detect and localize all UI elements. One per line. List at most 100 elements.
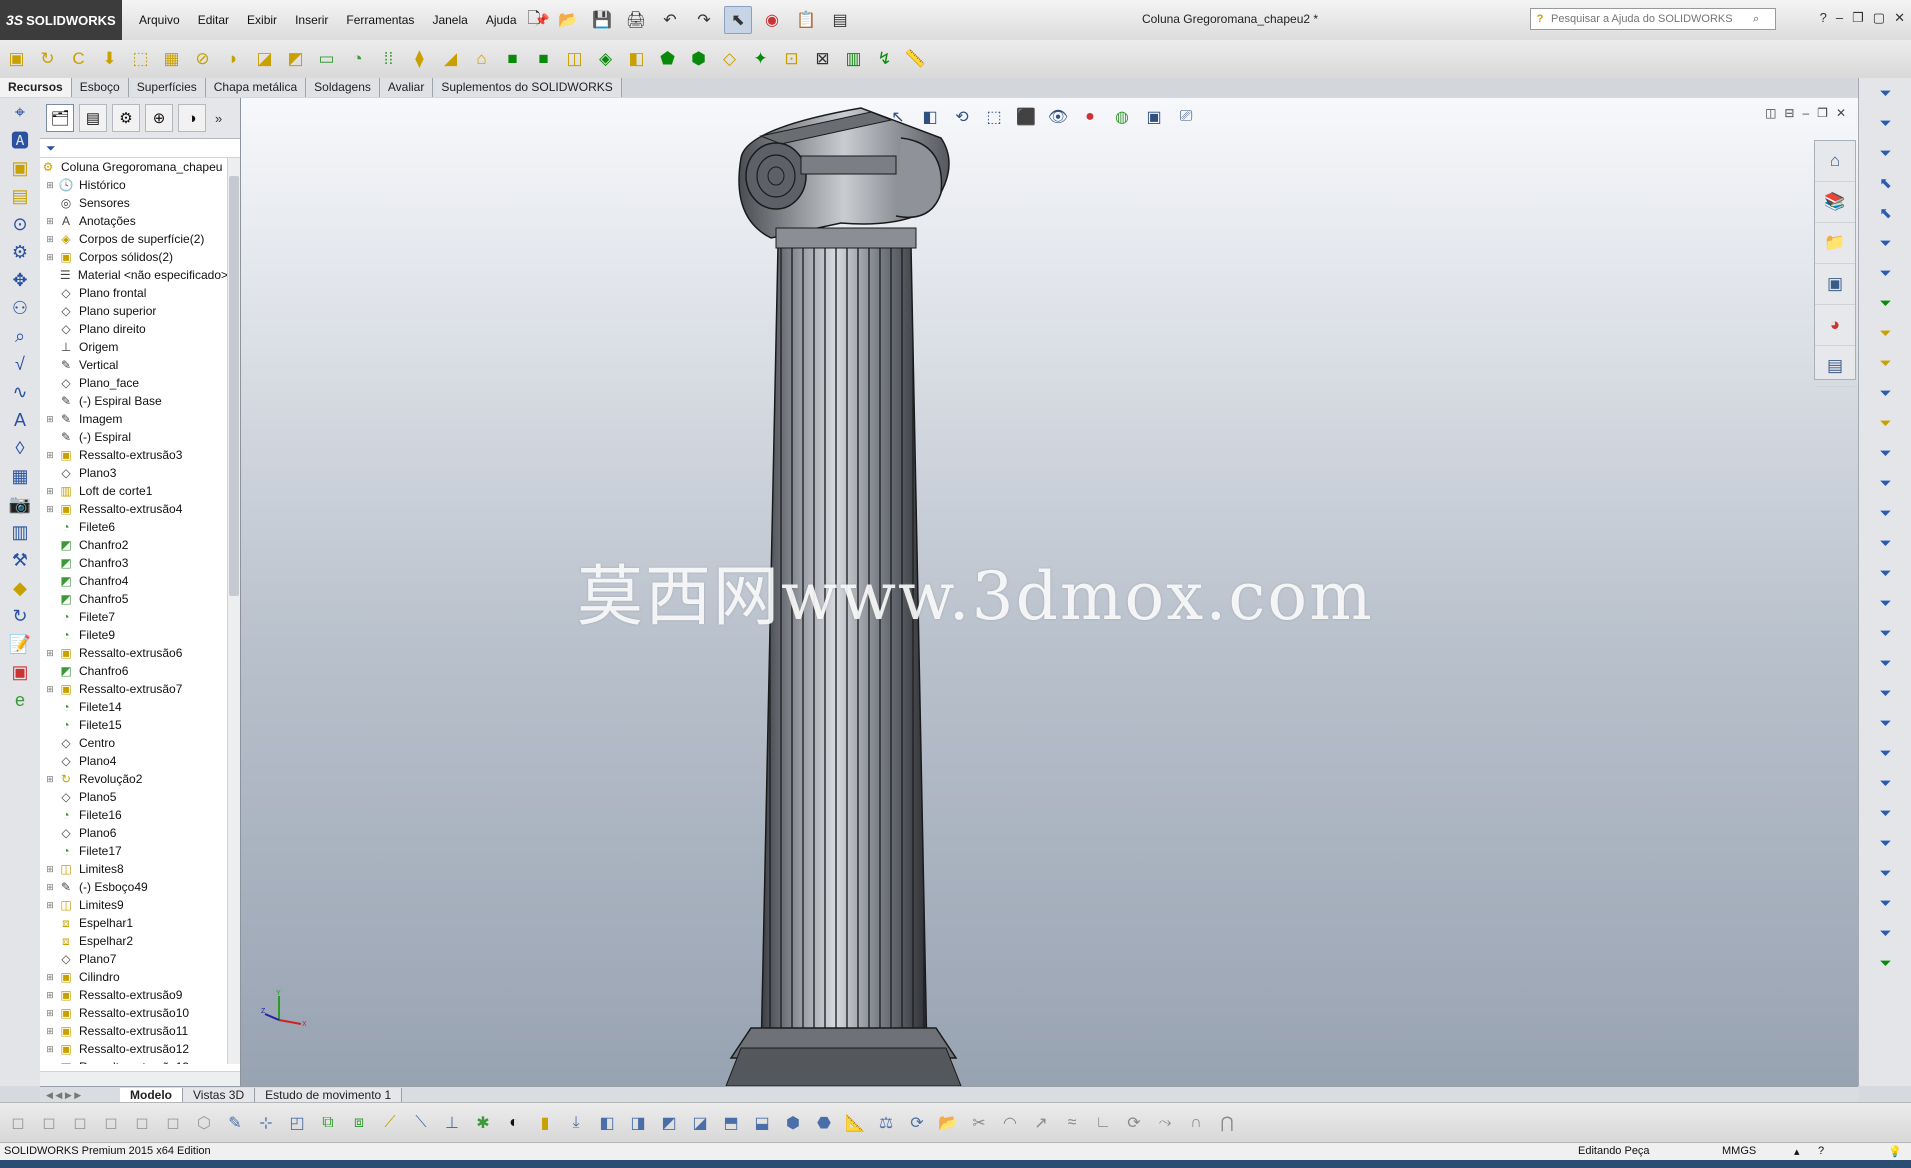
tree-item[interactable]: ✎ (-) Espiral — [40, 428, 228, 446]
expand-toggle-icon[interactable]: ⊞ — [44, 500, 56, 518]
hole-shortcut-icon[interactable]: ⊙ — [2, 210, 38, 238]
tree-item[interactable]: ◇ Plano superior — [40, 302, 228, 320]
text-icon[interactable]: A — [2, 406, 38, 434]
view-right-icon[interactable]: ◪ — [686, 1109, 714, 1137]
menu-editar[interactable]: Editar — [189, 13, 238, 27]
sketch-convert-icon[interactable]: ⟳ — [1120, 1109, 1148, 1137]
tab-superficies[interactable]: Superfícies — [128, 78, 206, 97]
help-search-box[interactable]: ? ⌕ — [1530, 8, 1776, 30]
drawing-icon[interactable]: 📝 — [2, 630, 38, 658]
tab-suplementos[interactable]: Suplementos do SOLIDWORKS — [433, 78, 622, 97]
expand-toggle-icon[interactable]: ⊞ — [44, 212, 56, 230]
filter-centerline-icon[interactable]: ⏷ — [1859, 558, 1911, 588]
filter-connection-points-icon[interactable]: ⏷ — [1859, 888, 1911, 918]
tab-modelo[interactable]: Modelo — [120, 1087, 183, 1103]
help-icon[interactable]: ? — [1820, 10, 1827, 26]
mate-icon[interactable]: ⚇ — [2, 294, 38, 322]
tree-vertical-scrollbar[interactable] — [227, 158, 240, 1064]
maximize-icon[interactable]: ▢ — [1873, 10, 1885, 26]
property-manager-tab-icon[interactable]: ▤ — [79, 104, 107, 132]
expand-toggle-icon[interactable]: ⊞ — [44, 680, 56, 698]
tree-item[interactable]: ✎ Vertical — [40, 356, 228, 374]
standard-view-right-icon[interactable]: ◻ — [97, 1109, 125, 1137]
file-explorer-icon[interactable]: 📁 — [1815, 223, 1855, 264]
filter-faces-icon[interactable]: ⏷ — [1859, 288, 1911, 318]
draft-icon[interactable]: ◢ — [436, 44, 465, 73]
paste-icon[interactable]: ⧈ — [345, 1109, 373, 1137]
filter-datum-features-icon[interactable]: ⏷ — [1859, 708, 1911, 738]
move-copy-icon[interactable]: ⊡ — [777, 44, 806, 73]
rib-icon[interactable]: ⧫ — [405, 44, 434, 73]
filter-center-marks-icon[interactable]: ⏷ — [1859, 528, 1911, 558]
axis-icon[interactable]: ⟋ — [376, 1109, 404, 1137]
tree-item[interactable]: ⊞ ▣ Ressalto-extrusão10 — [40, 1004, 228, 1022]
view-dimetric-icon[interactable]: ⬣ — [810, 1109, 838, 1137]
tree-item[interactable]: ⊞ ▣ Corpos sólidos(2) — [40, 248, 228, 266]
filter-sketch-points-icon[interactable]: ⏷ — [1859, 438, 1911, 468]
tree-item[interactable]: ◇ Plano3 — [40, 464, 228, 482]
tree-item[interactable]: ◔ Filete6 — [40, 518, 228, 536]
filter-notes-icon[interactable]: ⏷ — [1859, 678, 1911, 708]
edrawings-icon[interactable]: e — [2, 686, 38, 714]
line-icon[interactable]: ⟍ — [407, 1109, 435, 1137]
feature-tree-tab-icon[interactable]: 🗂 — [46, 104, 74, 132]
extruded-boss-icon[interactable]: ▣ — [2, 44, 31, 73]
standard-view-iso-icon[interactable]: ⬡ — [190, 1109, 218, 1137]
tab-soldagens[interactable]: Soldagens — [306, 78, 380, 97]
tree-item[interactable]: ◩ Chanfro3 — [40, 554, 228, 572]
expand-toggle-icon[interactable]: ⊞ — [44, 878, 56, 896]
table-icon[interactable]: ▦ — [2, 462, 38, 490]
view-bottom-icon[interactable]: ⬓ — [748, 1109, 776, 1137]
sketch-chamfer-icon[interactable]: ⋂ — [1213, 1109, 1241, 1137]
tree-item[interactable]: ⊞▣ Ressalto-extrusão13 — [40, 1058, 228, 1064]
tree-item[interactable]: ◔ Filete16 — [40, 806, 228, 824]
intersect-icon[interactable]: ■ — [529, 44, 558, 73]
filter-geometric-tolerance-icon[interactable]: ⏷ — [1859, 648, 1911, 678]
restore-icon[interactable]: ❐ — [1852, 10, 1864, 26]
shell-icon[interactable]: ⌂ — [467, 44, 496, 73]
reference-plane-icon[interactable]: ◰ — [283, 1109, 311, 1137]
library-icon[interactable]: ▥ — [2, 518, 38, 546]
sketch-relations-icon[interactable]: ⊹ — [252, 1109, 280, 1137]
dimension-icon[interactable]: ◊ — [2, 434, 38, 462]
view-palette-icon[interactable]: ▣ — [1815, 264, 1855, 305]
tree-item[interactable]: ⊞ ▣ Ressalto-extrusão3 — [40, 446, 228, 464]
assembly-icon[interactable]: ⚙ — [2, 238, 38, 266]
rotate-icon[interactable]: ⟳ — [903, 1109, 931, 1137]
filter-blocks-icon[interactable]: ⏷ — [1859, 828, 1911, 858]
tree-item[interactable]: ☰ Material <não especificado> — [40, 266, 228, 284]
status-help-icon[interactable]: ? — [1818, 1145, 1824, 1157]
standard-view-top-icon[interactable]: ◻ — [128, 1109, 156, 1137]
tree-item[interactable]: ◩ Chanfro6 — [40, 662, 228, 680]
solidworks-logo[interactable]: 3S SOLIDWORKS — [0, 0, 122, 40]
components-icon[interactable]: ◆ — [2, 574, 38, 602]
view-top-icon[interactable]: ⬒ — [717, 1109, 745, 1137]
filter-datum-targets-icon[interactable]: ⏷ — [1859, 768, 1911, 798]
zoom-area-icon[interactable]: ⌕ — [2, 322, 38, 350]
boundary-boss-icon[interactable]: ⬚ — [126, 44, 155, 73]
quick-tips-icon[interactable]: 💡 — [1888, 1145, 1902, 1158]
tree-item[interactable]: ⧈ Espelhar2 — [40, 932, 228, 950]
filter-icon[interactable]: ⏷ — [46, 141, 56, 156]
sketch-tangent-icon[interactable]: ↗ — [1027, 1109, 1055, 1137]
tree-item[interactable]: ⊞ ✎ (-) Esboço49 — [40, 878, 228, 896]
curves-icon[interactable]: ◧ — [622, 44, 651, 73]
standard-view-front-icon[interactable]: ◻ — [4, 1109, 32, 1137]
help-search-input[interactable] — [1549, 12, 1753, 26]
filter-dowel-pins-icon[interactable]: ⏷ — [1859, 858, 1911, 888]
flex-icon[interactable]: ▥ — [839, 44, 868, 73]
expand-toggle-icon[interactable]: ⊞ — [44, 1058, 56, 1064]
solidworks-resources-icon[interactable]: ⌂ — [1815, 141, 1855, 182]
expand-toggle-icon[interactable]: ⊞ — [44, 482, 56, 500]
status-units[interactable]: MMGS — [1722, 1145, 1756, 1157]
reference-geometry-icon[interactable]: ◈ — [591, 44, 620, 73]
standard-view-bottom-icon[interactable]: ◻ — [159, 1109, 187, 1137]
measure-tool-icon[interactable]: 📐 — [841, 1109, 869, 1137]
split-icon[interactable]: ⬢ — [684, 44, 713, 73]
tree-item[interactable]: ✎ (-) Espiral Base — [40, 392, 228, 410]
move-component-icon[interactable]: ✥ — [2, 266, 38, 294]
tree-item[interactable]: ⊞ ↻ Revolução2 — [40, 770, 228, 788]
expand-toggle-icon[interactable]: ⊞ — [44, 446, 56, 464]
tree-item[interactable]: ◇ Plano direito — [40, 320, 228, 338]
expand-toggle-icon[interactable]: ⊞ — [44, 1004, 56, 1022]
